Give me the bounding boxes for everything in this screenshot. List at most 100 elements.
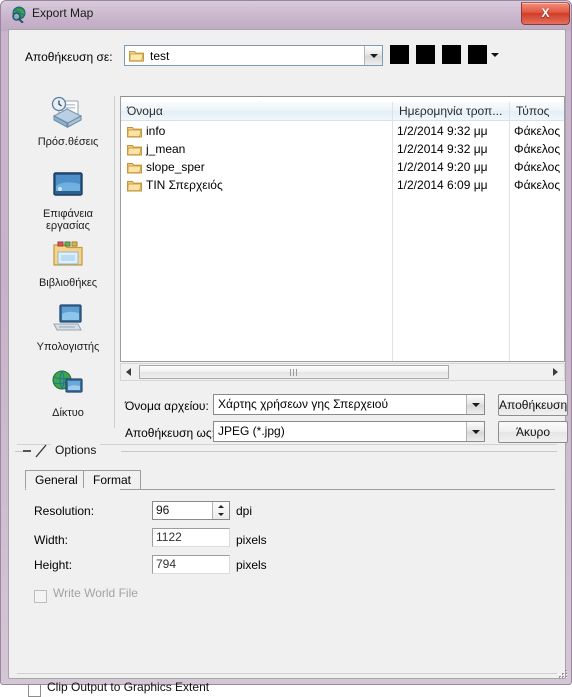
resolution-stepper[interactable] (212, 502, 229, 519)
file-type-cell: Φάκελος α (514, 142, 565, 156)
computer-icon (46, 301, 90, 339)
width-input[interactable]: 1122 (152, 528, 230, 547)
place-label: Δίκτυο (52, 407, 84, 419)
tab-format[interactable]: Format (83, 470, 142, 489)
file-name-label: Όνομα αρχείου: (125, 399, 209, 413)
place-item-computer[interactable]: Υπολογιστής (23, 301, 113, 353)
clip-output-checkbox[interactable] (28, 684, 41, 697)
table-row[interactable]: info 1/2/2014 9:32 μμ Φάκελος α (121, 122, 564, 140)
close-button[interactable]: X (521, 2, 570, 25)
save-as-type-value: JPEG (*.jpg) (218, 424, 285, 438)
browse-toolbar (390, 45, 499, 66)
resolution-unit: dpi (236, 504, 253, 518)
look-in-combobox[interactable]: test (124, 45, 383, 66)
column-header-type[interactable]: Τύπος (510, 102, 564, 120)
grip-icon (290, 369, 298, 376)
file-list-horizontal-scrollbar[interactable] (120, 363, 565, 381)
column-header-date-modified[interactable]: Ημερομηνία τροπ... (393, 102, 510, 120)
views-icon[interactable] (468, 45, 488, 64)
file-date-cell: 1/2/2014 9:20 μμ (397, 160, 488, 174)
resolution-label: Resolution: (34, 504, 95, 518)
network-icon (46, 367, 90, 405)
width-label: Width: (34, 533, 69, 547)
folder-icon (127, 161, 142, 174)
tab-panel-general (25, 489, 555, 664)
file-name-text: TIN Σπερχειός (146, 178, 223, 192)
save-button[interactable]: Αποθήκευση (498, 394, 568, 416)
export-map-dialog: Export Map X Αποθήκευση σε: test Πρόσ.θέ… (0, 0, 572, 697)
file-name-cell: slope_sper (121, 158, 393, 176)
place-item-desktop[interactable]: Επιφάνεια εργασίας (23, 168, 113, 232)
place-label: Πρόσ.θέσεις (37, 136, 99, 148)
height-unit: pixels (236, 558, 267, 572)
options-rule-right (121, 451, 557, 452)
width-unit: pixels (236, 533, 267, 547)
place-label-line2: εργασίας (46, 220, 90, 232)
height-label: Height: (34, 558, 73, 572)
save-as-type-combobox[interactable]: JPEG (*.jpg) (213, 421, 485, 442)
cancel-button[interactable]: Άκυρο (498, 421, 568, 443)
recent-places-icon (46, 96, 90, 134)
write-world-file-checkbox (34, 590, 47, 603)
look-in-label: Αποθήκευση σε: (25, 50, 113, 64)
collapse-icon[interactable] (23, 450, 31, 452)
file-name-text: info (146, 124, 166, 138)
place-label: Βιβλιοθήκες (38, 277, 98, 289)
place-item-recent[interactable]: Πρόσ.θέσεις (23, 96, 113, 148)
pencil-icon (35, 444, 47, 458)
table-row[interactable]: j_mean 1/2/2014 9:32 μμ Φάκελος α (121, 140, 564, 158)
table-row[interactable]: slope_sper 1/2/2014 9:20 μμ Φάκελος α (121, 158, 564, 176)
file-type-cell: Φάκελος α (514, 178, 565, 192)
column-header-name[interactable]: Όνομα (121, 102, 393, 120)
table-row[interactable]: TIN Σπερχειός 1/2/2014 6:09 μμ Φάκελος α (121, 176, 564, 194)
file-date-cell: 1/2/2014 9:32 μμ (397, 124, 488, 138)
tab-selected-mask (26, 488, 120, 490)
chevron-down-icon[interactable] (491, 53, 499, 57)
scrollbar-thumb[interactable] (139, 365, 449, 379)
file-name-text: j_mean (146, 142, 186, 156)
tab-general[interactable]: General (25, 470, 88, 489)
globe-magnifier-icon (10, 6, 27, 24)
footer-divider (17, 673, 557, 674)
folder-icon (127, 143, 142, 156)
file-name-cell: info (121, 122, 393, 140)
folder-icon (127, 179, 142, 192)
file-type-cell: Φάκελος α (514, 160, 565, 174)
file-name-cell: TIN Σπερχειός (121, 176, 393, 194)
file-type-cell: Φάκελος α (514, 124, 565, 138)
desktop-icon (46, 168, 90, 206)
place-label: Υπολογιστής (36, 341, 100, 353)
file-date-cell: 1/2/2014 6:09 μμ (397, 178, 488, 192)
file-date-cell: 1/2/2014 9:32 μμ (397, 142, 488, 156)
triangle-left-icon (126, 368, 131, 376)
scroll-right-button[interactable] (548, 364, 564, 380)
chevron-down-icon[interactable] (364, 46, 382, 65)
height-input[interactable]: 794 (152, 555, 230, 574)
file-name-value: Χάρτης χρήσεων γης Σπερχειού (218, 397, 389, 411)
folder-icon (129, 49, 144, 62)
folder-icon (127, 125, 142, 138)
look-in-value: test (150, 49, 170, 63)
up-one-level-icon[interactable] (416, 45, 436, 64)
libraries-icon (46, 237, 90, 275)
dialog-client-area: Αποθήκευση σε: test Πρόσ.θέσεις Επιφάνει… (8, 29, 568, 697)
scroll-left-button[interactable] (121, 364, 137, 380)
stepper-down-icon[interactable] (213, 511, 229, 519)
save-as-type-label: Αποθήκευση ως: (125, 426, 215, 440)
place-item-libraries[interactable]: Βιβλιοθήκες (23, 237, 113, 289)
chevron-down-icon[interactable] (466, 422, 484, 441)
file-name-input[interactable]: Χάρτης χρήσεων γης Σπερχειού (213, 394, 485, 415)
new-folder-icon[interactable] (442, 45, 462, 64)
resize-grip-icon[interactable] (555, 668, 568, 681)
back-icon[interactable] (390, 45, 409, 64)
window-title: Export Map (32, 6, 94, 20)
file-name-cell: j_mean (121, 140, 393, 158)
stepper-up-icon[interactable] (213, 502, 229, 510)
file-list[interactable]: Όνομα Ημερομηνία τροπ... Τύπος info 1/2/… (120, 96, 565, 362)
triangle-right-icon (553, 368, 558, 376)
place-label: Επιφάνεια (42, 208, 94, 220)
write-world-file-label: Write World File (53, 586, 138, 600)
clip-output-label: Clip Output to Graphics Extent (47, 680, 210, 694)
place-item-network[interactable]: Δίκτυο (23, 367, 113, 419)
chevron-down-icon[interactable] (466, 395, 484, 414)
